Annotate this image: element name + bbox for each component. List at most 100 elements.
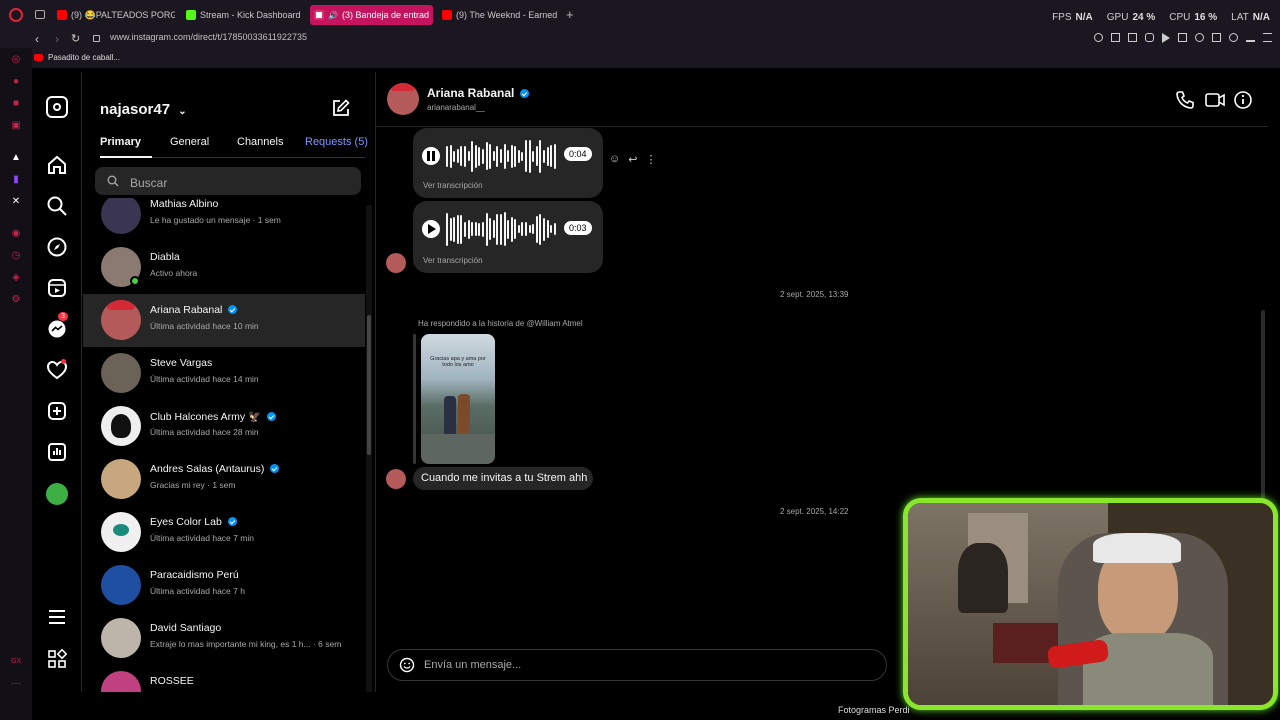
play-icon[interactable] [1162,33,1170,43]
audio-waveform[interactable] [446,136,556,176]
pause-button[interactable] [422,147,440,165]
pin-icon[interactable] [1111,33,1120,42]
conversation-diabla[interactable]: Diabla Activo ahora [83,241,365,293]
tab-general[interactable]: General [170,136,209,148]
conversation-info-icon[interactable] [1233,90,1253,115]
tab-the-weeknd[interactable]: (9) The Weeknd - Earned [442,5,560,25]
tab-primary[interactable]: Primary [100,136,141,148]
conversation-paracaidismo-peru[interactable]: Paracaidismo Perú Última actividad hace … [83,559,365,611]
reels-icon[interactable] [46,277,68,299]
sender-avatar[interactable] [386,253,406,273]
heart-icon[interactable] [1195,33,1204,42]
kick-sidebar-icon[interactable]: ▲ [10,152,22,164]
voice-message[interactable]: 0:04 Ver transcripción [413,128,603,198]
conversation-eyes-color-lab[interactable]: Eyes Color Lab Última actividad hace 7 m… [83,506,365,558]
aria-icon[interactable]: ◎ [10,54,22,66]
instagram-logo-icon[interactable] [46,96,68,118]
snapshot-icon[interactable] [1128,33,1137,42]
audio-call-icon[interactable] [1175,90,1195,115]
waveform-bar [535,215,538,243]
more-menu-icon[interactable] [46,606,68,628]
notifications-heart-icon[interactable] [46,359,68,381]
more-icon[interactable]: … [10,676,22,688]
twitch-icon[interactable]: ▮ [10,174,22,186]
gx-logo-icon[interactable]: GX [10,656,22,668]
sidebar-app-icon[interactable]: ▣ [10,120,22,132]
url-text[interactable]: www.instagram.com/direct/t/1785003361192… [110,32,307,42]
avatar [101,671,141,692]
search-icon[interactable] [46,195,68,217]
bookmark-item[interactable]: Pasadito de caball... [34,53,120,62]
sidebar-app-icon[interactable]: ■ [10,98,22,110]
waveform-bar [510,144,513,168]
sender-avatar[interactable] [386,469,406,489]
x-icon[interactable]: ✕ [10,196,22,208]
account-switcher[interactable]: najasor47 ⌄ [100,101,187,118]
home-icon[interactable] [46,154,68,176]
dm-list-scrollbar[interactable] [366,205,372,692]
menu-icon[interactable] [1263,33,1272,42]
tab-overview-icon[interactable] [35,10,45,19]
extensions-icon[interactable] [1212,33,1221,42]
waveform-bar [503,212,506,246]
tab-palteados[interactable]: (9) 😂PALTEADOS PORG [57,5,175,25]
wallet-icon[interactable] [1178,33,1187,42]
emoji-picker-icon[interactable] [399,657,415,673]
create-icon[interactable] [46,400,68,422]
new-tab-button[interactable]: + [566,7,574,22]
zoom-icon[interactable] [1094,33,1103,42]
conversation-club-halcones-army[interactable]: Club Halcones Army 🦅 Última actividad ha… [83,400,365,452]
back-icon[interactable]: ‹ [35,32,39,46]
explore-icon[interactable] [46,236,68,258]
play-button[interactable] [422,220,440,238]
shield-icon[interactable] [1145,33,1154,42]
messages-icon[interactable]: 3 [46,312,68,340]
profile-avatar[interactable] [46,483,68,505]
waveform-bar [553,223,556,235]
sidebar-app-icon[interactable]: ● [10,76,22,88]
opera-logo-icon[interactable] [9,8,23,22]
story-thumbnail[interactable]: Gracias apa y ama por todo los amo [421,334,495,464]
conversation-rossee[interactable]: ROSSEE [83,665,365,692]
text-message[interactable]: Cuando me invitas a tu Strem ahh [413,467,593,490]
history-icon[interactable]: ◷ [10,250,22,262]
contact-name[interactable]: Ariana Rabanal [427,86,530,100]
dashboard-icon[interactable] [46,441,68,463]
download-icon[interactable] [1246,33,1255,42]
more-options-icon[interactable]: ⋮ [645,153,656,166]
conversation-steve-vargas[interactable]: Steve Vargas Última actividad hace 14 mi… [83,347,365,399]
conversation-mathias-albino[interactable]: Mathias Albino Le ha gustado un mensaje … [83,198,365,240]
view-transcription-link[interactable]: Ver transcripción [423,181,483,190]
new-message-icon[interactable] [331,98,351,118]
voice-message[interactable]: 0:03 Ver transcripción [413,201,603,273]
reload-icon[interactable]: ↻ [71,32,80,45]
tab-kick-dashboard[interactable]: Stream - Kick Dashboard [186,5,304,25]
contact-avatar[interactable] [387,83,419,115]
conversation-andres-salas[interactable]: Andres Salas (Antaurus) Gracias mi rey ·… [83,453,365,505]
conversation-ariana-rabanal[interactable]: Ariana Rabanal Última actividad hace 10 … [83,294,365,347]
waveform-bar [474,144,477,168]
waveform-bar [467,151,470,161]
message-timestamp: 2 sept. 2025, 13:39 [780,290,849,299]
youtube-icon [57,10,67,20]
audio-waveform[interactable] [446,209,556,249]
settings-icon[interactable]: ⚙ [10,294,22,306]
story-caption: Gracias apa y ama por todo los amo [430,356,486,368]
speaker-icon[interactable]: 🔊 [328,11,338,20]
view-transcription-link[interactable]: Ver transcripción [423,256,483,265]
tab-instagram-inbox[interactable]: 🔊 (3) Bandeja de entrad [310,5,433,25]
tab-channels[interactable]: Channels [237,136,283,148]
tab-requests[interactable]: Requests (5) [305,136,368,148]
opera-sidebar: ◎ ● ■ ▣ ▲ ▮ ✕ ◉ ◷ ◈ ⚙ GX … [0,48,32,720]
waveform-bar [499,149,502,163]
waveform-bar [503,143,506,169]
react-emoji-icon[interactable]: ☺ [609,153,620,166]
sidebar-app-icon[interactable]: ◉ [10,228,22,240]
sidebar-app-icon[interactable]: ◈ [10,272,22,284]
profile-icon[interactable] [1229,33,1238,42]
video-call-icon[interactable] [1204,90,1226,115]
forward-icon[interactable]: › [55,32,59,46]
conversation-david-santiago[interactable]: David Santiago Extraje lo mas importante… [83,612,365,664]
also-from-meta-icon[interactable] [46,648,68,670]
reply-icon[interactable]: ↩ [628,153,637,166]
